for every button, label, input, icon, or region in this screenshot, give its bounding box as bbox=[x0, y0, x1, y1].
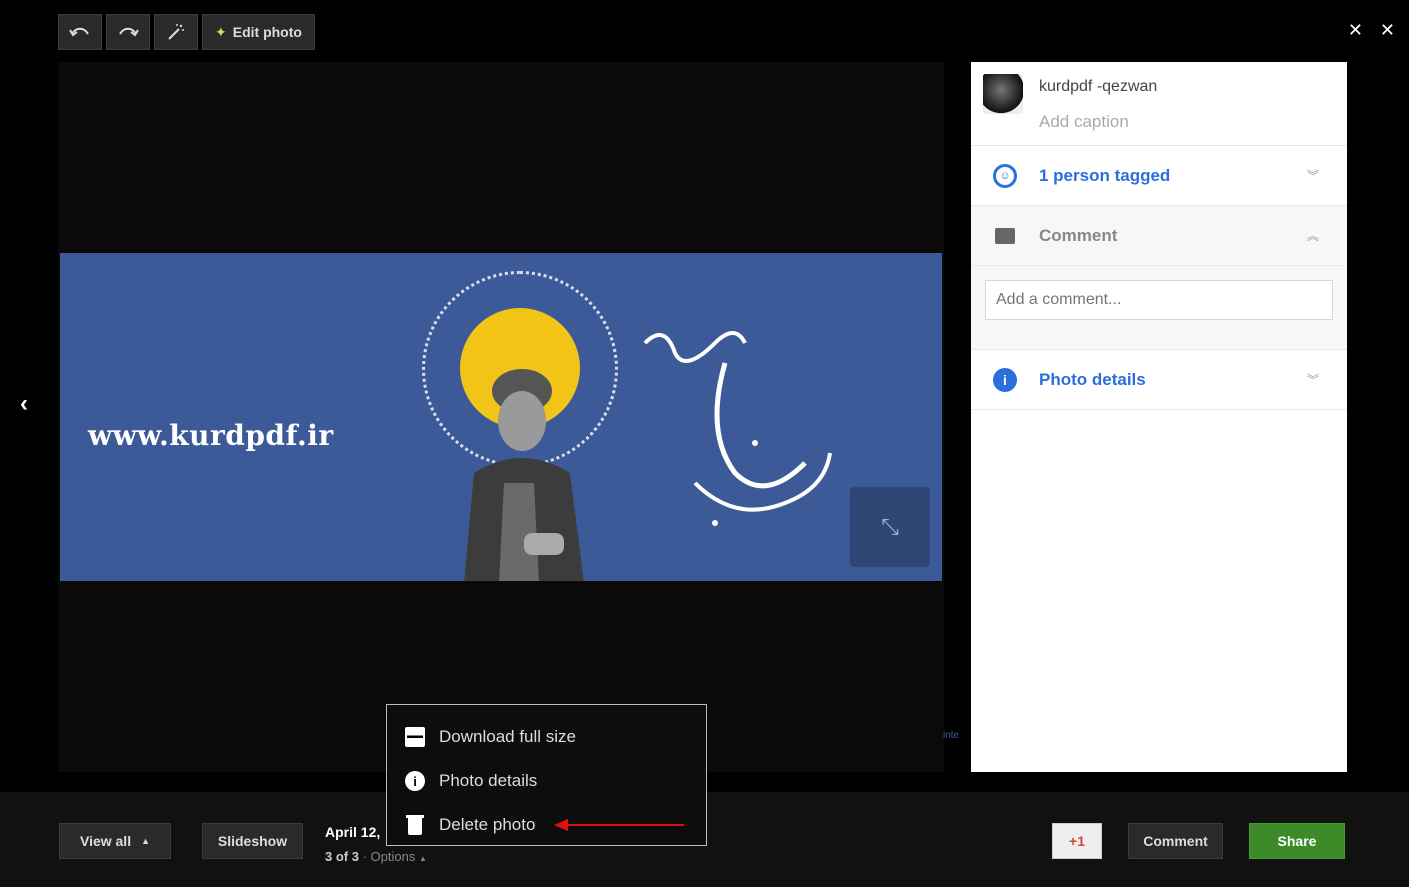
person-tag-icon: ☺ bbox=[993, 163, 1017, 188]
photo-counter: 3 of 3 bbox=[325, 849, 359, 864]
comment-bubble-icon bbox=[995, 227, 1015, 244]
photo-counter-line: 3 of 3 · Options ▲ bbox=[325, 849, 427, 864]
auto-fix-button[interactable] bbox=[154, 14, 198, 50]
close-icon[interactable]: ✕ ✕ bbox=[1348, 20, 1401, 41]
add-comment-input[interactable] bbox=[985, 280, 1333, 320]
undo-button[interactable] bbox=[58, 14, 102, 50]
comment-button[interactable]: Comment bbox=[1128, 823, 1223, 859]
chevron-up-icon: ︽ bbox=[1306, 229, 1319, 243]
magic-wand-icon bbox=[168, 24, 184, 40]
photo-image[interactable]: www.kurdpdf.ir ⤡ bbox=[60, 253, 942, 581]
download-icon bbox=[405, 727, 425, 747]
caret-up-icon: ▲ bbox=[418, 854, 427, 863]
chevron-down-icon: ︾ bbox=[1306, 373, 1319, 387]
redo-button[interactable] bbox=[106, 14, 150, 50]
menu-item-download[interactable]: Download full size bbox=[387, 719, 706, 755]
sparkle-icon: ✦ bbox=[215, 23, 227, 40]
caret-up-icon: ▲ bbox=[141, 836, 151, 846]
portrait-figure bbox=[464, 369, 584, 581]
photo-details-section[interactable]: i Photo details ︾ bbox=[971, 350, 1347, 410]
redo-icon bbox=[119, 27, 139, 37]
avatar[interactable] bbox=[983, 74, 1023, 114]
undo-icon bbox=[69, 27, 89, 37]
people-tagged-section[interactable]: ☺ 1 person tagged ︾ bbox=[971, 146, 1347, 206]
photo-date: April 12, bbox=[325, 824, 381, 840]
menu-item-label: Photo details bbox=[439, 771, 538, 790]
menu-item-photo-details[interactable]: i Photo details bbox=[387, 763, 706, 799]
view-all-button[interactable]: View all ▲ bbox=[59, 823, 171, 859]
previous-photo-arrow-icon[interactable]: ‹ bbox=[20, 390, 28, 418]
people-tagged-label: 1 person tagged bbox=[1039, 165, 1171, 185]
photo-stage: www.kurdpdf.ir ⤡ bbox=[58, 62, 944, 772]
view-all-label: View all bbox=[79, 833, 132, 849]
info-panel: kurdpdf -qezwan Add caption ☺ 1 person t… bbox=[971, 62, 1347, 772]
info-icon: i bbox=[993, 367, 1017, 392]
expand-icon: ⤡ bbox=[881, 514, 899, 539]
chevron-down-icon: ︾ bbox=[1306, 169, 1319, 183]
comment-section-header[interactable]: Comment ︽ bbox=[971, 206, 1347, 266]
trash-icon bbox=[405, 815, 425, 835]
photo-details-label: Photo details bbox=[1039, 369, 1146, 389]
info-icon: i bbox=[405, 771, 425, 791]
plus-one-button[interactable]: +1 bbox=[1052, 823, 1102, 859]
add-caption-field[interactable]: Add caption bbox=[1039, 112, 1129, 132]
edit-photo-button[interactable]: ✦ Edit photo bbox=[202, 14, 315, 50]
slideshow-button[interactable]: Slideshow bbox=[202, 823, 303, 859]
comment-box-wrap bbox=[971, 266, 1347, 350]
fullscreen-button[interactable]: ⤡ bbox=[850, 487, 930, 567]
menu-item-label: Download full size bbox=[439, 727, 577, 746]
comment-section-label: Comment bbox=[1039, 225, 1118, 245]
menu-item-label: Delete photo bbox=[439, 815, 536, 834]
annotation-arrow-icon bbox=[554, 819, 684, 831]
share-button[interactable]: Share bbox=[1249, 823, 1345, 859]
watermark-url: www.kurdpdf.ir bbox=[88, 419, 334, 452]
calligraphy-art bbox=[643, 331, 832, 526]
stray-link-fragment: inte bbox=[943, 730, 960, 741]
options-menu-trigger[interactable]: Options bbox=[371, 849, 416, 864]
photo-toolbar: ✦ Edit photo bbox=[58, 14, 315, 50]
owner-header: kurdpdf -qezwan Add caption bbox=[971, 62, 1347, 146]
edit-photo-label: Edit photo bbox=[232, 24, 302, 40]
owner-name[interactable]: kurdpdf -qezwan bbox=[1039, 78, 1157, 96]
